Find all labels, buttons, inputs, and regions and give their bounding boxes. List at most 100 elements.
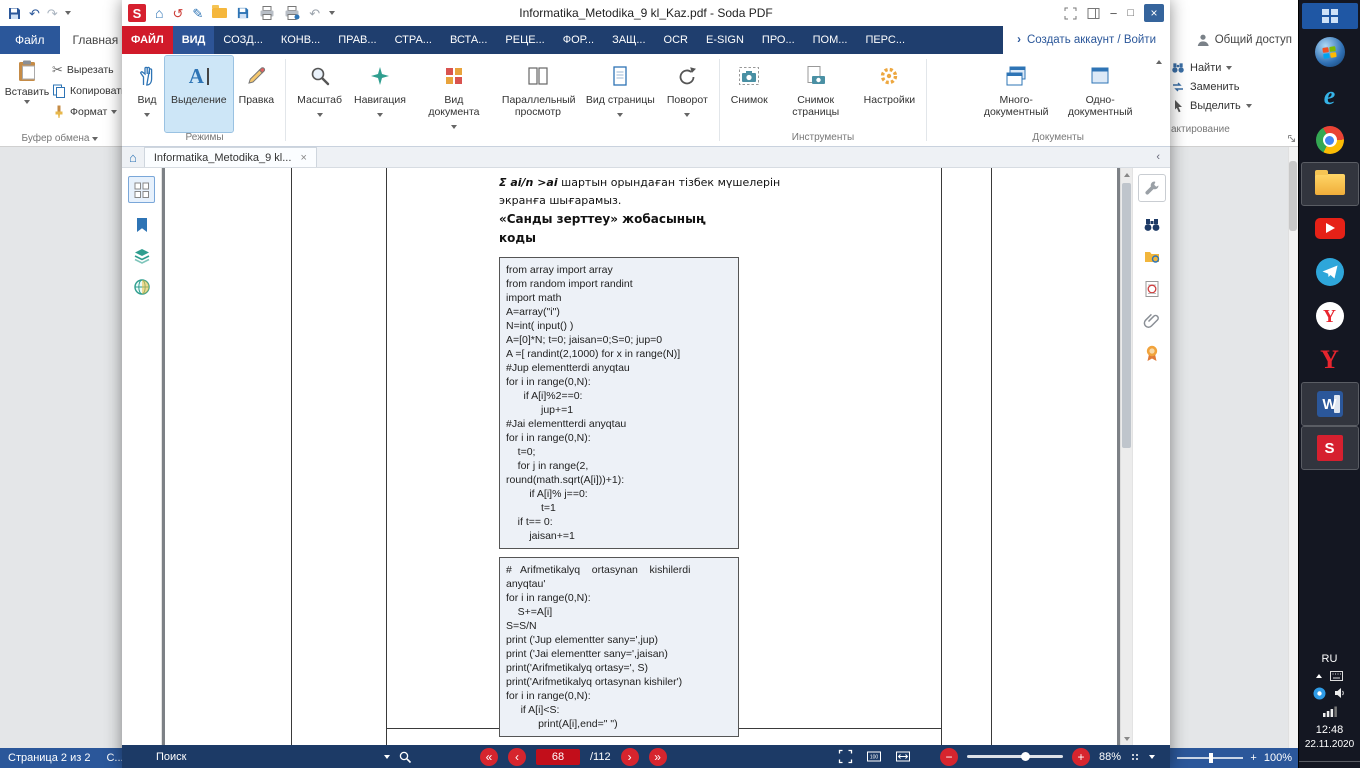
home-icon[interactable]: ⌂ xyxy=(155,6,163,20)
page-thumbnails-icon[interactable] xyxy=(128,176,155,203)
scroll-down-icon[interactable] xyxy=(1121,732,1132,745)
show-desktop-button[interactable] xyxy=(1299,761,1360,766)
single-document-button[interactable]: Одно-документный xyxy=(1058,56,1142,132)
undo-icon[interactable]: ↶ xyxy=(309,7,320,20)
selection-mode-button[interactable]: A Выделение xyxy=(165,56,233,132)
tray-app-icon[interactable] xyxy=(1313,687,1326,700)
zoom-out-button[interactable]: − xyxy=(940,748,958,766)
word-share-button[interactable]: Общий доступ xyxy=(1196,26,1292,54)
taskbar-chrome[interactable] xyxy=(1302,119,1358,161)
replace-button[interactable]: Заменить xyxy=(1171,77,1295,96)
format-painter-button[interactable]: Формат xyxy=(52,103,127,120)
tab-insert[interactable]: ВСТА... xyxy=(441,26,496,54)
word-vertical-scrollbar[interactable] xyxy=(1288,147,1298,748)
document-view-button[interactable]: Вид документа xyxy=(412,56,496,132)
tab-pages[interactable]: СТРА... xyxy=(386,26,441,54)
rotate-button[interactable]: Поворот xyxy=(661,56,714,132)
tab-view[interactable]: ВИД xyxy=(173,26,215,54)
save-icon[interactable] xyxy=(7,6,22,21)
close-tab-icon[interactable]: × xyxy=(300,152,306,164)
zoom-in-button[interactable]: + xyxy=(1072,748,1090,766)
taskbar-youtube[interactable] xyxy=(1302,207,1358,249)
word-wordcount-fragment[interactable]: С... xyxy=(106,752,123,764)
scroll-up-icon[interactable] xyxy=(1121,168,1132,181)
minimize-button[interactable]: − xyxy=(1110,6,1118,21)
tab-convert[interactable]: КОНВ... xyxy=(272,26,329,54)
keyboard-icon[interactable] xyxy=(1330,671,1343,681)
taskbar-soda-pdf[interactable]: S xyxy=(1302,427,1358,469)
copy-button[interactable]: Копировать xyxy=(52,82,127,99)
taskbar-yandex-browser[interactable]: Y xyxy=(1302,339,1358,381)
tools-wrench-icon[interactable] xyxy=(1138,174,1166,202)
select-button[interactable]: Выделить xyxy=(1171,96,1295,115)
cut-button[interactable]: ✂Вырезать xyxy=(52,61,127,78)
search-field[interactable]: Поиск xyxy=(156,745,412,768)
revert-icon[interactable]: ↺ xyxy=(172,7,183,20)
attachment-paperclip-icon[interactable] xyxy=(1143,312,1161,330)
show-hidden-icons-chevron[interactable] xyxy=(1316,674,1322,678)
tab-esign[interactable]: E-SIGN xyxy=(697,26,753,54)
maximize-button[interactable]: □ xyxy=(1127,7,1134,19)
actual-size-icon[interactable]: 100 xyxy=(866,749,882,764)
word-zoom-level[interactable]: 100% xyxy=(1264,752,1292,764)
fullscreen-icon[interactable] xyxy=(1064,7,1077,20)
bookmarks-icon[interactable] xyxy=(133,216,151,234)
taskbar-word[interactable]: W xyxy=(1302,383,1358,425)
view-mode-button[interactable]: Вид xyxy=(129,56,165,132)
collapse-ribbon-icon[interactable] xyxy=(1156,60,1162,64)
undo-icon[interactable]: ↶ xyxy=(29,7,40,20)
close-button[interactable]: × xyxy=(1144,4,1164,22)
word-tab-file[interactable]: Файл xyxy=(0,26,60,54)
document-viewport[interactable]: Σ ai/n >ai шартын орындаған тізбек мүшел… xyxy=(162,168,1132,745)
find-button[interactable]: Найти xyxy=(1171,58,1295,77)
print-icon[interactable] xyxy=(259,6,275,20)
previous-page-button[interactable]: ‹ xyxy=(508,748,526,766)
document-tab[interactable]: Informatika_Metodika_9 kl... × xyxy=(144,147,317,167)
taskbar-yandex[interactable]: Y xyxy=(1302,295,1358,337)
tab-review[interactable]: РЕЦЕ... xyxy=(496,26,553,54)
taskbar-telegram[interactable] xyxy=(1302,251,1358,293)
zoom-slider-thumb[interactable] xyxy=(1021,752,1030,761)
stamp-page-icon[interactable] xyxy=(1143,280,1161,298)
taskbar-internet-explorer[interactable]: e xyxy=(1302,75,1358,117)
panels-icon[interactable] xyxy=(1087,7,1100,20)
word-tab-home[interactable]: Главная xyxy=(60,26,132,54)
home-tab-icon[interactable]: ⌂ xyxy=(129,151,137,164)
collapse-panel-icon[interactable]: ‹ xyxy=(1156,151,1160,163)
settings-button[interactable]: Настройки xyxy=(858,56,922,132)
tab-pro[interactable]: ПРО... xyxy=(753,26,804,54)
page-view-button[interactable]: Вид страницы xyxy=(580,56,661,132)
fit-width-icon[interactable] xyxy=(895,749,911,764)
save-icon[interactable] xyxy=(236,6,250,20)
first-page-button[interactable]: « xyxy=(480,748,498,766)
language-indicator[interactable]: RU xyxy=(1322,653,1338,665)
start-button[interactable] xyxy=(1302,31,1358,73)
snapshot-button[interactable]: Снимок xyxy=(725,56,774,132)
tab-help[interactable]: ПОМ... xyxy=(804,26,857,54)
folder-tools-icon[interactable] xyxy=(1143,248,1161,266)
search-icon[interactable] xyxy=(398,750,412,764)
tab-forms[interactable]: ФОР... xyxy=(554,26,603,54)
status-chevron-icon[interactable] xyxy=(1149,755,1155,759)
print-settings-icon[interactable] xyxy=(284,6,300,20)
titlebar-chevron-icon[interactable] xyxy=(329,11,335,15)
scrollbar-thumb[interactable] xyxy=(1122,183,1131,448)
open-folder-icon[interactable] xyxy=(212,8,227,18)
parallel-view-button[interactable]: Параллельный просмотр xyxy=(496,56,580,132)
tab-edit[interactable]: ПРАВ... xyxy=(329,26,385,54)
tab-secure[interactable]: ЗАЩ... xyxy=(603,26,654,54)
navigation-button[interactable]: Навигация xyxy=(348,56,412,132)
redo-icon[interactable]: ↷ xyxy=(47,7,58,20)
pinned-tile-icon[interactable] xyxy=(1302,3,1358,29)
page-snapshot-button[interactable]: Снимок страницы xyxy=(774,56,858,132)
volume-icon[interactable] xyxy=(1334,687,1346,699)
dialog-launcher-icon[interactable] xyxy=(1287,134,1296,143)
tab-personalize[interactable]: ПЕРС... xyxy=(856,26,914,54)
web-globe-icon[interactable] xyxy=(133,278,151,296)
tab-ocr[interactable]: OCR xyxy=(655,26,697,54)
overflow-dots-icon[interactable] xyxy=(1130,752,1140,762)
zoom-in-icon[interactable]: + xyxy=(1250,752,1256,764)
zoom-slider[interactable] xyxy=(967,755,1063,758)
tab-create[interactable]: СОЗД... xyxy=(214,26,272,54)
zoom-button[interactable]: Масштаб xyxy=(291,56,348,132)
